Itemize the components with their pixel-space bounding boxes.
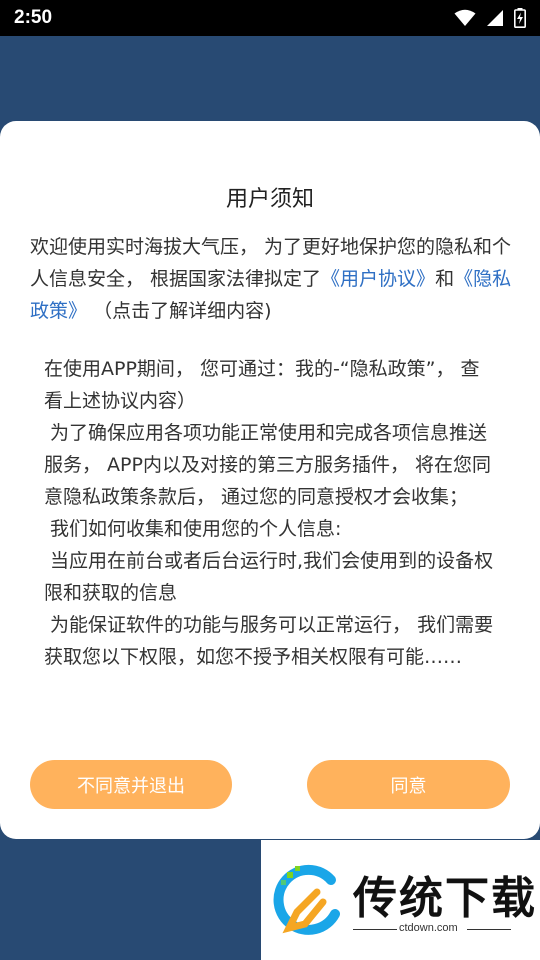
status-icons [454, 8, 526, 28]
watermark-divider [353, 929, 397, 930]
wifi-icon [454, 9, 476, 27]
cellular-signal-icon [486, 9, 504, 27]
watermark-url: ctdown.com [399, 922, 458, 934]
status-bar: 2:50 [0, 0, 540, 36]
terms-line: 我们如何收集和使用您的个人信息: [44, 518, 342, 540]
dialog-title: 用户须知 [225, 187, 314, 212]
status-time: 2:50 [14, 7, 53, 28]
intro-connector: 和 [435, 268, 455, 290]
user-agreement-link[interactable]: 《用户协议》 [321, 268, 435, 290]
terms-line: 为了确保应用各项功能正常使用和完成各项信息推送服务， APP内以及对接的第三方服… [44, 422, 491, 508]
brand-logo-icon [269, 862, 345, 942]
watermark: 传统下载 ctdown.com [261, 840, 540, 960]
terms-scroll-area[interactable]: 在使用APP期间， 您可通过：我的-“隐私政策”， 查看上述协议内容） 为了确保… [44, 353, 498, 716]
battery-charging-icon [514, 8, 526, 28]
intro-paragraph: 欢迎使用实时海拔大气压， 为了更好地保护您的隐私和个人信息安全， 根据国家法律拟… [30, 231, 512, 327]
terms-line: 为能保证软件的功能与服务可以正常运行， 我们需要获取您以下权限，如您不授予相关权… [44, 614, 494, 668]
agree-button[interactable]: 同意 [307, 760, 510, 809]
terms-line: 当应用在前台或者后台运行时,我们会使用到的设备权限和获取的信息 [44, 550, 494, 604]
user-notice-dialog: 用户须知 欢迎使用实时海拔大气压， 为了更好地保护您的隐私和个人信息安全， 根据… [0, 121, 540, 839]
intro-hint: （点击了解详细内容) [93, 300, 272, 322]
terms-line: 在使用APP期间， 您可通过：我的-“隐私政策”， 查看上述协议内容） [44, 358, 480, 412]
watermark-divider [467, 929, 511, 930]
disagree-exit-button[interactable]: 不同意并退出 [30, 760, 232, 809]
watermark-brand: 传统下载 [353, 873, 537, 924]
